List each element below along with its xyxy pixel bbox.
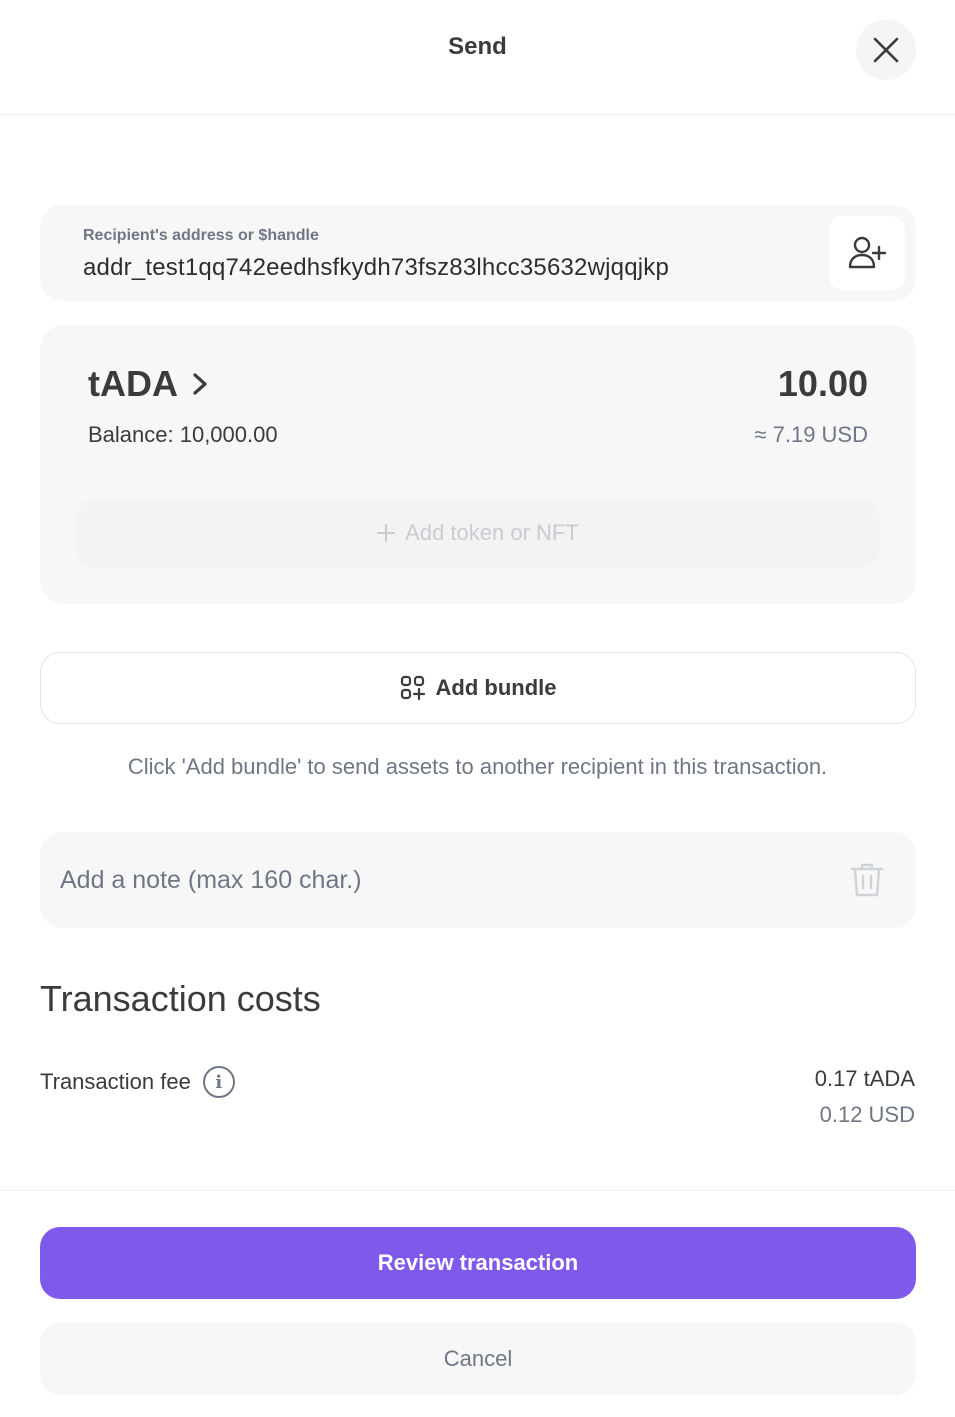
amount-input[interactable]: 10.00: [778, 363, 868, 405]
close-icon: [873, 37, 899, 63]
transaction-fee-row: Transaction fee i: [40, 1066, 235, 1098]
add-bundle-button[interactable]: Add bundle: [40, 652, 916, 724]
add-token-label: Add token or NFT: [405, 520, 579, 545]
bundle-hint: Click 'Add bundle' to send assets to ano…: [127, 754, 828, 779]
header: Send: [0, 0, 955, 115]
add-token-button[interactable]: Add token or NFT: [76, 499, 880, 567]
token-selector[interactable]: tADA: [88, 363, 208, 405]
add-contact-button[interactable]: [829, 216, 905, 290]
chevron-right-icon: [193, 373, 207, 395]
token-name: tADA: [88, 363, 178, 404]
info-icon[interactable]: i: [202, 1066, 235, 1098]
add-bundle-label: Add bundle: [435, 675, 557, 700]
recipient-label: Recipient's address or $handle: [83, 227, 319, 244]
close-button[interactable]: [856, 20, 916, 80]
transaction-costs-heading: Transaction costs: [40, 978, 321, 1019]
note-input[interactable]: Add a note (max 160 char.): [60, 866, 362, 895]
transaction-fee-usd: 0.12 USD: [819, 1102, 915, 1127]
plus-icon: [377, 524, 396, 542]
transaction-fee-value: 0.17 tADA: [814, 1066, 915, 1091]
add-contact-icon: [848, 236, 887, 269]
trash-icon[interactable]: [849, 861, 885, 899]
footer-divider: [0, 1190, 955, 1191]
amount-usd: ≈ 7.19 USD: [754, 422, 868, 447]
note-field[interactable]: Add a note (max 160 char.): [40, 832, 916, 928]
page-title: Send: [448, 33, 507, 60]
recipient-address-field[interactable]: Recipient's address or $handle addr_test…: [40, 205, 916, 301]
transaction-fee-label: Transaction fee: [40, 1069, 191, 1094]
asset-card: tADA Balance: 10,000.00 10.00 ≈ 7.19 USD…: [40, 325, 916, 604]
recipient-address-input[interactable]: addr_test1qq742eedhsfkydh73fsz83lhcc3563…: [83, 254, 669, 282]
cancel-button[interactable]: Cancel: [40, 1323, 916, 1395]
token-balance: Balance: 10,000.00: [88, 422, 278, 447]
bundle-icon: [400, 675, 425, 701]
review-transaction-button[interactable]: Review transaction: [40, 1227, 916, 1299]
